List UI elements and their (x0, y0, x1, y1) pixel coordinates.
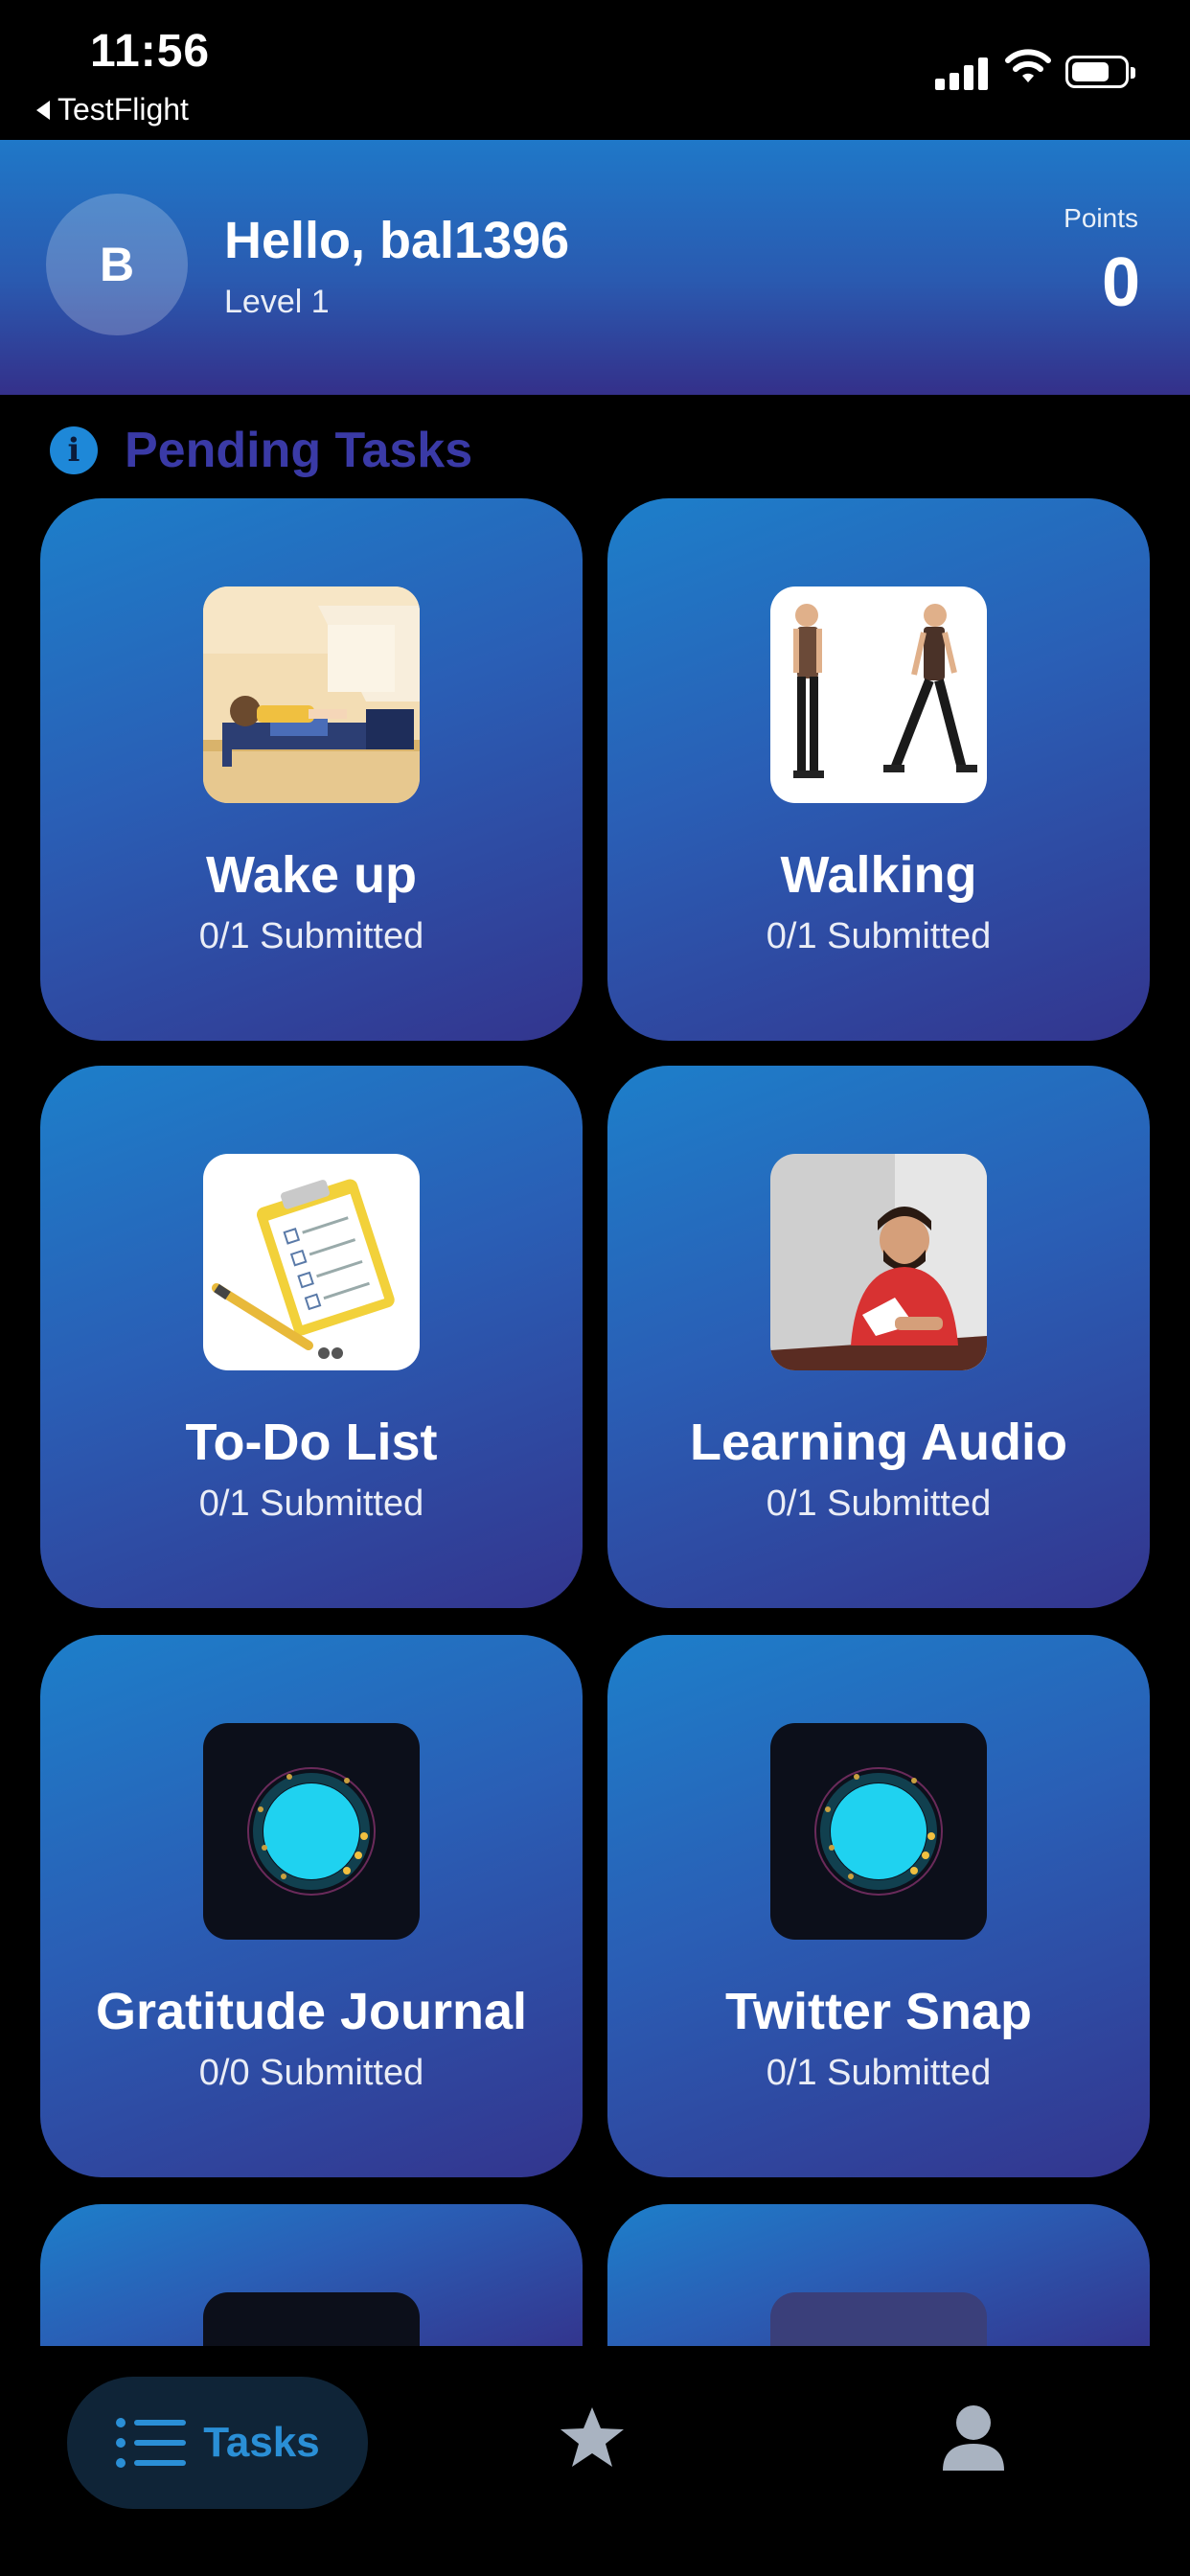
pending-tasks-header: i Pending Tasks (50, 422, 472, 479)
tab-label: Tasks (203, 2419, 320, 2466)
profile-icon[interactable] (937, 2402, 1010, 2474)
task-thumbnail (770, 2292, 987, 2346)
info-icon[interactable]: i (50, 426, 98, 474)
glowing-orb-icon (203, 1723, 420, 1940)
list-icon (116, 2418, 187, 2468)
task-title: Gratitude Journal (95, 1983, 528, 2040)
task-status: 0/1 Submitted (198, 916, 424, 956)
task-card-walking[interactable]: Walking 0/1 Submitted (607, 498, 1150, 1041)
task-title: Wake up (205, 846, 418, 904)
task-status: 0/1 Submitted (766, 2053, 992, 2093)
points-label: Points (1064, 203, 1138, 233)
task-status: 0/1 Submitted (766, 1484, 992, 1524)
section-title: Pending Tasks (125, 423, 473, 478)
profile-header: B Hello, bal1396 Level 1 Points 0 (0, 140, 1190, 395)
greeting: Hello, bal1396 (224, 212, 570, 269)
bottom-nav: Tasks (0, 2346, 1190, 2576)
task-card-to-do-list[interactable]: To-Do List 0/1 Submitted (40, 1066, 583, 1608)
wifi-icon (1005, 49, 1051, 82)
back-arrow-icon (36, 100, 50, 120)
points-value: 0 (1101, 244, 1140, 321)
back-label: TestFlight (57, 92, 189, 126)
walking-man-illustration (770, 586, 987, 803)
task-title: To-Do List (185, 1414, 438, 1471)
back-to-testflight[interactable]: TestFlight (36, 92, 189, 127)
task-card-wake-up[interactable]: Wake up 0/1 Submitted (40, 498, 583, 1041)
task-title: Learning Audio (690, 1414, 1067, 1471)
avatar[interactable]: B (46, 194, 188, 335)
task-card-learning-audio[interactable]: Learning Audio 0/1 Submitted (607, 1066, 1150, 1608)
task-card-twitter-snap[interactable]: Twitter Snap 0/1 Submitted (607, 1635, 1150, 2177)
task-status: 0/1 Submitted (766, 916, 992, 956)
task-card-partial[interactable] (607, 2204, 1150, 2346)
user-level: Level 1 (224, 284, 330, 320)
signal-icon (935, 52, 993, 90)
task-title: Walking (780, 846, 977, 904)
task-status: 0/0 Submitted (198, 2053, 424, 2093)
status-bar: 11:56 TestFlight (0, 0, 1190, 140)
task-card-partial[interactable] (40, 2204, 583, 2346)
clipboard-checklist-illustration (203, 1154, 420, 1370)
glowing-orb-icon (203, 2292, 420, 2346)
man-reading-illustration (770, 1154, 987, 1370)
task-status: 0/1 Submitted (198, 1484, 424, 1524)
battery-icon (1065, 56, 1135, 88)
star-icon[interactable] (558, 2404, 627, 2472)
tab-tasks[interactable]: Tasks (67, 2377, 368, 2509)
glowing-orb-icon (770, 1723, 987, 1940)
sleeping-person-illustration (203, 586, 420, 803)
task-card-gratitude-journal[interactable]: Gratitude Journal 0/0 Submitted (40, 1635, 583, 2177)
status-time: 11:56 (90, 26, 211, 77)
task-title: Twitter Snap (724, 1983, 1033, 2040)
